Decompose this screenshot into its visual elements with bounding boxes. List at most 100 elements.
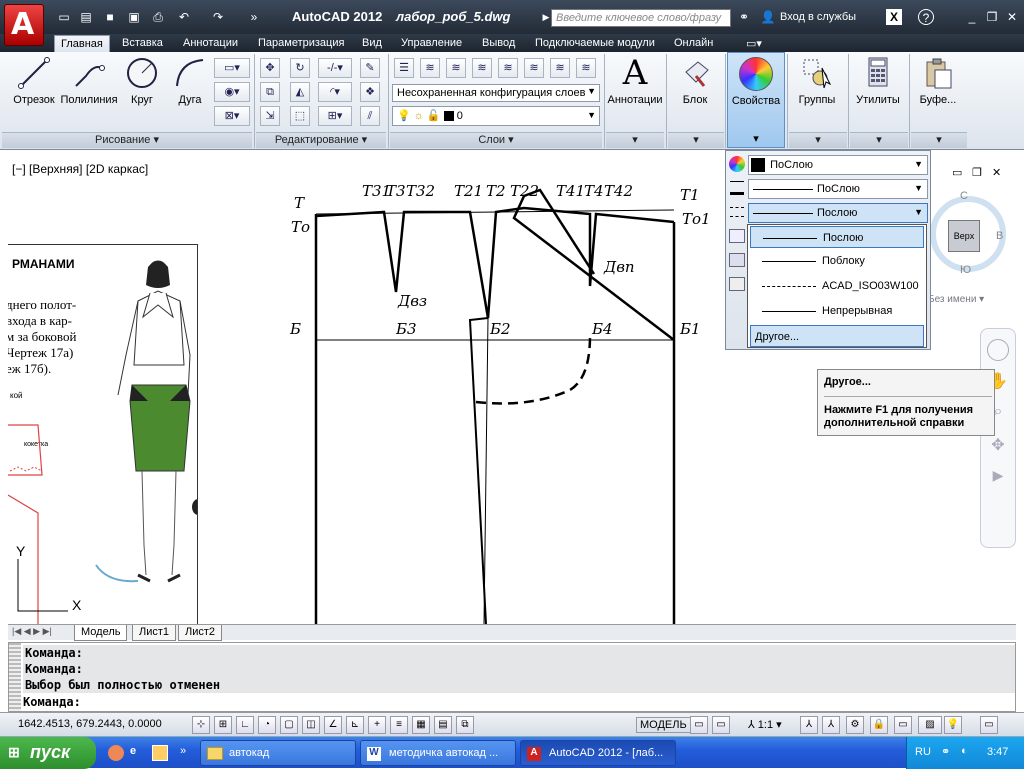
wcs-menu[interactable]: Без имени ▾ <box>928 294 984 305</box>
grid-icon[interactable]: ⊞ <box>214 716 232 734</box>
annotation-panel-expander[interactable]: ▾ <box>606 132 664 148</box>
login-button[interactable]: Вход в службы <box>780 11 856 23</box>
tab-insert[interactable]: Вставка <box>116 35 169 52</box>
trim-icon[interactable]: -/-▾ <box>318 58 352 78</box>
3d-osnap-icon[interactable]: ◫ <box>302 716 320 734</box>
linetype-option[interactable]: Непрерывная <box>750 300 924 322</box>
viewcube-face[interactable]: Верх <box>948 220 980 252</box>
save-icon[interactable]: ■ <box>102 9 118 25</box>
layer-off-icon[interactable]: ≋ <box>446 58 466 78</box>
close-icon[interactable]: ✕ <box>992 166 1001 179</box>
tab-output[interactable]: Вывод <box>476 35 521 52</box>
circle-button[interactable]: Круг <box>122 54 162 106</box>
utilities-button[interactable]: Утилиты <box>850 54 906 106</box>
layer-lock-icon[interactable]: ≋ <box>524 58 544 78</box>
minimize-icon[interactable]: ▭ <box>952 166 962 179</box>
lineweight-select[interactable]: ПоСлою ▼ <box>748 179 928 199</box>
auto-scale-icon[interactable]: ⅄ <box>822 716 840 734</box>
compass-south[interactable]: Ю <box>960 264 971 276</box>
print-icon[interactable]: ⎙ <box>150 9 166 25</box>
transparency-icon[interactable] <box>729 277 745 291</box>
annotation-scale[interactable]: ⅄ 1:1 ▾ <box>748 718 782 731</box>
layer-walk-icon[interactable]: ≋ <box>576 58 596 78</box>
array-icon[interactable]: ⊞▾ <box>318 106 352 126</box>
lineweight-toggle-icon[interactable]: ≡ <box>390 716 408 734</box>
erase-icon[interactable]: ✎ <box>360 58 380 78</box>
linetype-option[interactable]: Поблоку <box>750 250 924 272</box>
quick-view-drawings-icon[interactable]: ▭ <box>712 716 730 734</box>
offset-icon[interactable]: ⫽ <box>360 106 380 126</box>
annotation-button[interactable]: A Аннотации <box>606 54 664 106</box>
block-panel-expander[interactable]: ▾ <box>668 132 724 148</box>
tab-parametric[interactable]: Параметризация <box>252 35 350 52</box>
layer-state-icon[interactable]: ≋ <box>420 58 440 78</box>
layer-state-select[interactable]: Несохраненная конфигурация слоев ▼ <box>392 84 600 102</box>
ie-icon[interactable]: e <box>130 745 146 761</box>
move-icon[interactable]: ✥ <box>260 58 280 78</box>
snap-icon[interactable]: ⊹ <box>192 716 210 734</box>
polar-icon[interactable]: ◔ <box>258 716 276 734</box>
quicklaunch-more-icon[interactable]: » <box>180 745 186 757</box>
color-select[interactable]: ПоСлою ▼ <box>748 155 928 175</box>
compass-north[interactable]: С <box>960 190 968 202</box>
redo-icon[interactable]: ↷ <box>210 9 226 25</box>
tab-manage[interactable]: Управление <box>395 35 468 52</box>
ortho-icon[interactable]: ∟ <box>236 716 254 734</box>
tab-online[interactable]: Онлайн <box>668 35 719 52</box>
taskbar-item-autocad[interactable]: A AutoCAD 2012 - [лаб... <box>520 740 676 766</box>
rectangle-icon[interactable]: ▭▾ <box>214 58 250 78</box>
minimize-button[interactable]: _ <box>964 9 980 25</box>
groups-panel-expander[interactable]: ▾ <box>789 132 847 148</box>
start-button[interactable]: ⊞ пуск <box>0 737 96 769</box>
reference-image[interactable]: РМАНАМИ днего полот- входа в кар- м за б… <box>8 244 198 624</box>
properties-button[interactable]: Свойства ▾ <box>727 52 785 148</box>
steeringwheel-icon[interactable] <box>987 339 1009 361</box>
coordinates-display[interactable]: 1642.4513, 679.2443, 0.0000 <box>18 718 162 730</box>
help-icon[interactable]: ? <box>918 9 934 25</box>
viewport-controls-label[interactable]: [−] [Верхняя] [2D каркас] <box>12 162 148 176</box>
osnap-icon[interactable]: ▢ <box>280 716 298 734</box>
undo-icon[interactable]: ↶ <box>176 9 192 25</box>
linetype-select[interactable]: Послою ▼ <box>748 203 928 223</box>
tab-home[interactable]: Главная <box>54 35 110 52</box>
line-button[interactable]: Отрезок <box>10 54 58 106</box>
language-indicator[interactable]: RU <box>915 746 931 758</box>
command-input[interactable]: Команда: <box>23 695 81 709</box>
application-menu-button[interactable]: A <box>4 4 44 46</box>
save-as-icon[interactable]: ▣ <box>126 9 142 25</box>
lock-icon[interactable]: 🔒 <box>870 716 888 734</box>
scale-icon[interactable]: ⬚ <box>290 106 310 126</box>
block-button[interactable]: Блок <box>668 54 722 106</box>
hardware-acceleration-icon[interactable]: ▭ <box>894 716 912 734</box>
annotation-visibility-icon[interactable]: ⅄ <box>800 716 818 734</box>
quick-properties-icon[interactable]: ▤ <box>434 716 452 734</box>
copy-icon[interactable]: ⧉ <box>260 82 280 102</box>
network-icon[interactable]: ⚭ <box>941 745 950 758</box>
orbit-icon[interactable]: ✥ <box>987 435 1009 457</box>
layers-panel-label[interactable]: Слои ▾ <box>390 132 602 148</box>
lightbulb-icon[interactable]: 💡 <box>944 716 962 734</box>
layer-match-icon[interactable]: ≋ <box>550 58 570 78</box>
search-input[interactable]: Введите ключевое слово/фразу <box>551 9 731 27</box>
explode-icon[interactable]: ❖ <box>360 82 380 102</box>
restore-icon[interactable]: ❐ <box>972 166 982 179</box>
model-space-button[interactable]: МОДЕЛЬ <box>636 717 691 733</box>
exchange-icon[interactable]: X <box>886 9 902 25</box>
command-grip[interactable] <box>9 643 21 711</box>
notepad-icon[interactable] <box>152 745 168 761</box>
qat-more-icon[interactable]: » <box>246 9 262 25</box>
otrack-icon[interactable]: ∠ <box>324 716 342 734</box>
close-button[interactable]: ✕ <box>1004 9 1020 25</box>
tab-model[interactable]: Модель <box>74 625 128 641</box>
tab-plugins[interactable]: Подключаемые модули <box>529 35 661 52</box>
tab-annotate[interactable]: Аннотации <box>177 35 244 52</box>
selection-cycling-icon[interactable]: ⧉ <box>456 716 474 734</box>
arc-button[interactable]: Дуга <box>170 54 210 106</box>
modify-panel-label[interactable]: Редактирование ▾ <box>256 132 386 148</box>
quick-view-layouts-icon[interactable]: ▭ <box>690 716 708 734</box>
workspace-icon[interactable]: ⚙ <box>846 716 864 734</box>
showmotion-icon[interactable]: ▶ <box>987 467 1009 489</box>
fillet-icon[interactable]: ◜▾ <box>318 82 352 102</box>
clipboard-button[interactable]: Буфе... <box>911 54 965 106</box>
layer-freeze-icon[interactable]: ≋ <box>498 58 518 78</box>
